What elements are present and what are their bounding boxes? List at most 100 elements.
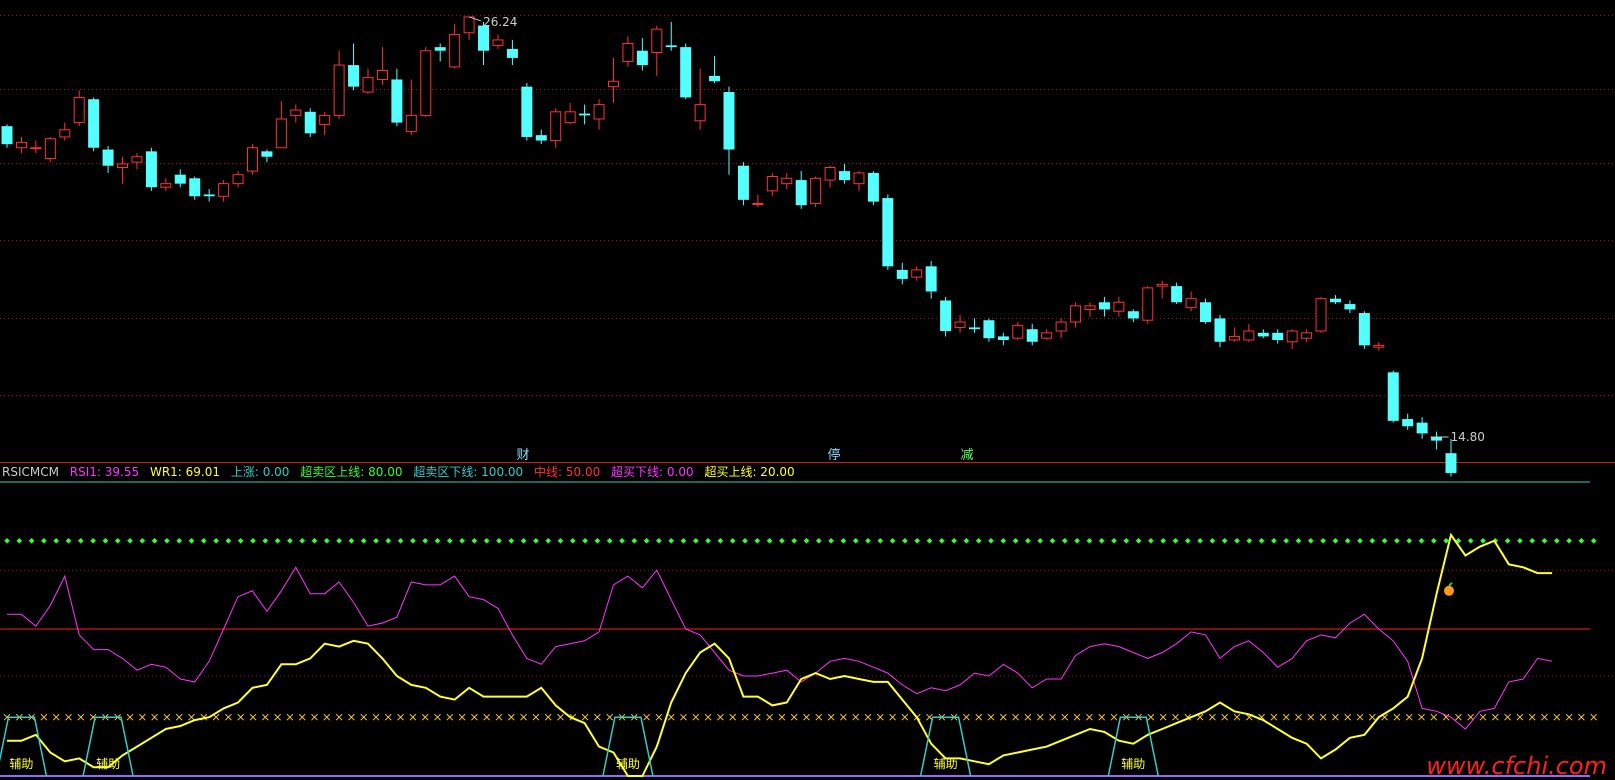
- candle-body: [59, 129, 71, 138]
- candle-body: [304, 111, 316, 134]
- candle: [1070, 302, 1082, 328]
- candle: [405, 79, 417, 136]
- overbought-dot: [1012, 537, 1019, 544]
- oversold-x: [274, 713, 281, 721]
- overbought-dot: [1369, 537, 1376, 544]
- overbought-dot: [151, 537, 158, 544]
- candle-body: [1012, 325, 1024, 339]
- oversold-x: [1036, 713, 1044, 721]
- candle-body: [1272, 332, 1284, 340]
- overbought-dot: [77, 537, 84, 544]
- oversold-x: [335, 713, 343, 721]
- candle: [1142, 286, 1154, 324]
- candle: [766, 172, 778, 197]
- oversold-x: [1393, 713, 1401, 721]
- oversold-x: [495, 713, 503, 721]
- overbought-dot: [508, 537, 515, 544]
- overbought-dot: [1529, 537, 1536, 544]
- candle-body: [564, 111, 576, 124]
- oversold-x: [1356, 713, 1364, 721]
- candle-body: [290, 109, 302, 116]
- candle: [550, 108, 562, 148]
- candle-body: [449, 34, 461, 68]
- oversold-x: [1172, 713, 1179, 721]
- assist-label: 辅助: [96, 757, 120, 771]
- overbought-dot: [1135, 537, 1142, 544]
- oversold-x: [126, 713, 134, 721]
- oversold-x: [77, 713, 85, 721]
- oversold-x: [261, 713, 269, 721]
- oversold-x: [348, 713, 355, 721]
- overbought-dot: [1111, 537, 1117, 544]
- oversold-x: [729, 713, 737, 721]
- oversold-x: [815, 713, 823, 721]
- candle-body: [1098, 302, 1110, 310]
- candle-body: [1026, 329, 1038, 342]
- candle: [117, 156, 129, 184]
- candle-body: [795, 180, 807, 206]
- candle-body: [1200, 302, 1212, 323]
- candle: [420, 47, 432, 118]
- candle-body: [781, 177, 793, 185]
- candle-body: [463, 16, 475, 34]
- overbought-dot: [975, 537, 982, 544]
- candle: [1026, 323, 1038, 346]
- overbought-dot: [1480, 537, 1486, 544]
- overbought-dot: [766, 537, 773, 544]
- oversold-x: [1455, 713, 1462, 721]
- assist-label: 辅助: [1121, 757, 1145, 771]
- oversold-x: [483, 713, 491, 721]
- candle-body: [824, 167, 836, 181]
- overbought-dot: [250, 537, 256, 544]
- candle-body: [189, 178, 201, 197]
- candle: [1301, 329, 1313, 342]
- legend-rsi1: RSI1: 39.55: [69, 465, 140, 479]
- candle-body: [478, 25, 490, 51]
- candle: [1055, 318, 1067, 339]
- legend-midline: 中线: 50.00: [534, 465, 601, 479]
- candle-body: [1315, 298, 1327, 332]
- overbought-dot: [828, 537, 834, 544]
- overbought-dot: [742, 537, 748, 544]
- high-price-label: 26.24: [483, 15, 517, 29]
- overbought-dot: [606, 537, 613, 544]
- candle-body: [1041, 332, 1053, 339]
- candle-body: [434, 47, 446, 51]
- oversold-x: [1110, 713, 1118, 721]
- oversold-x: [446, 713, 454, 721]
- candle-body: [1214, 318, 1226, 342]
- oversold-x: [1516, 713, 1524, 721]
- overbought-dot: [237, 537, 244, 544]
- candle-body: [232, 174, 244, 185]
- orange-signal-icon: [1444, 582, 1454, 596]
- overbought-dot: [434, 537, 441, 544]
- candle-body: [1156, 283, 1168, 287]
- overbought-dot: [262, 537, 269, 544]
- assist-label: 辅助: [9, 757, 33, 771]
- candle: [290, 104, 302, 123]
- assist-label: 辅助: [616, 757, 640, 771]
- candle-body: [550, 111, 562, 142]
- candle: [824, 165, 836, 188]
- overbought-dot: [889, 537, 896, 544]
- overbought-dot: [385, 537, 392, 544]
- candle: [1286, 329, 1298, 349]
- candle: [651, 25, 663, 76]
- oversold-x: [963, 713, 970, 721]
- overbought-dot: [533, 537, 539, 544]
- candle: [174, 169, 186, 188]
- overbought-dot: [446, 537, 453, 544]
- candle-body: [362, 77, 374, 93]
- overbought-dot: [1049, 537, 1056, 544]
- oversold-x: [1209, 713, 1216, 721]
- overbought-dot: [1357, 537, 1363, 544]
- candle-body: [535, 135, 547, 141]
- candle-body: [723, 92, 735, 150]
- candle-body: [1243, 330, 1255, 341]
- oversold-x: [1012, 713, 1019, 721]
- overbought-dot: [1234, 537, 1240, 544]
- candle-body: [1070, 305, 1082, 323]
- event-marker: 财: [516, 448, 529, 463]
- candle: [535, 129, 547, 145]
- candle-body: [1387, 372, 1399, 421]
